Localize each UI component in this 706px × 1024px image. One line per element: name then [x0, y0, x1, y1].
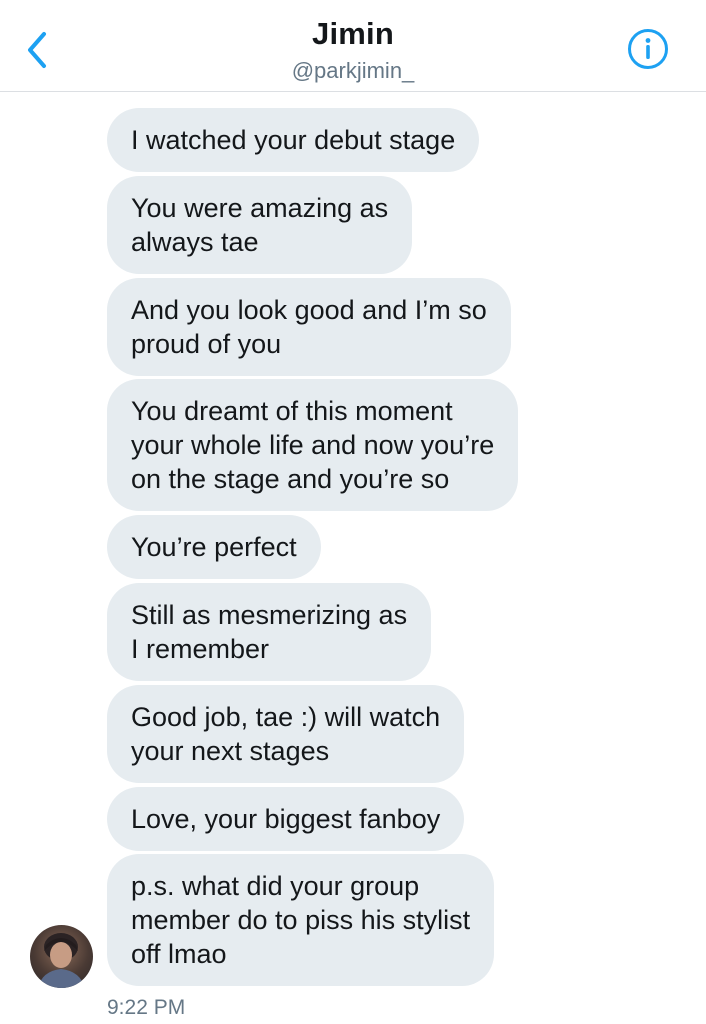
conversation-header: Jimin @parkjimin_: [0, 0, 706, 92]
contact-name[interactable]: Jimin: [0, 16, 706, 52]
info-button[interactable]: [627, 28, 669, 70]
message-thread[interactable]: I watched your debut stage You were amaz…: [0, 92, 706, 1024]
message-bubble[interactable]: p.s. what did your group member do to pi…: [107, 854, 495, 986]
message-bubble[interactable]: You’re perfect: [107, 515, 321, 579]
contact-handle[interactable]: @parkjimin_: [0, 58, 706, 84]
message-bubble[interactable]: I watched your debut stage: [107, 108, 480, 172]
message-bubble[interactable]: You dreamt of this moment your whole lif…: [107, 379, 519, 511]
dm-conversation-screen: Jimin @parkjimin_ I watched your debut s…: [0, 0, 706, 1024]
avatar[interactable]: [30, 925, 93, 988]
avatar-photo: [38, 933, 85, 988]
info-icon: [628, 29, 668, 69]
message-bubble[interactable]: Love, your biggest fanboy: [107, 787, 465, 851]
message-bubble[interactable]: Still as mesmerizing as I remember: [107, 583, 432, 681]
message-bubble[interactable]: Good job, tae :) will watch your next st…: [107, 685, 465, 783]
message-bubble[interactable]: You were amazing as always tae: [107, 176, 413, 274]
message-timestamp: 9:22 PM: [107, 996, 186, 1019]
message-bubble[interactable]: And you look good and I’m so proud of yo…: [107, 278, 511, 376]
